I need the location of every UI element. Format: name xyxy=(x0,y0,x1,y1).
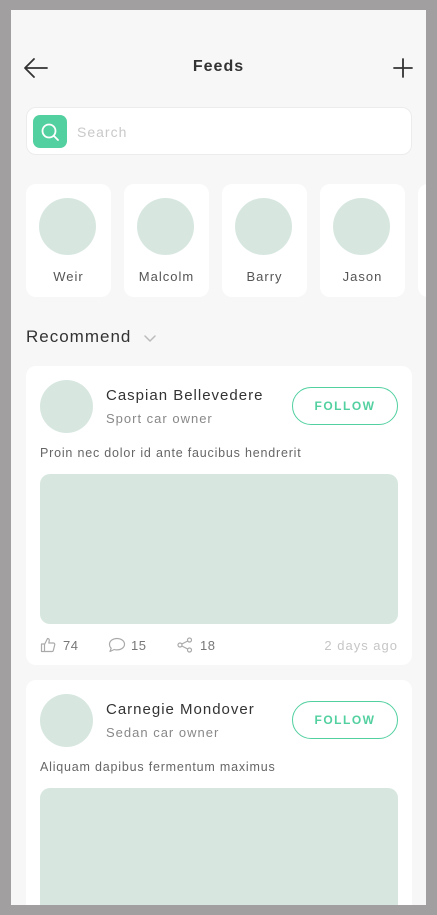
post-actions: 74 15 18 2 days ago xyxy=(40,636,398,654)
author-role: Sport car owner xyxy=(106,411,213,426)
post-card: Carnegie Mondover Sedan car owner FOLLOW… xyxy=(26,680,412,905)
share-icon xyxy=(177,637,193,653)
follow-button[interactable]: FOLLOW xyxy=(292,387,398,425)
story-item[interactable]: Malcolm xyxy=(124,184,209,297)
story-list: Weir Malcolm Barry Jason xyxy=(26,184,426,297)
story-name: Weir xyxy=(53,269,84,284)
like-count: 74 xyxy=(63,638,79,653)
author-name: Carnegie Mondover xyxy=(106,701,255,718)
search-bar xyxy=(26,107,412,155)
comment-icon xyxy=(108,637,126,653)
plus-icon xyxy=(393,58,413,78)
author-name: Caspian Bellevedere xyxy=(106,387,264,404)
search-icon xyxy=(41,123,59,141)
search-button[interactable] xyxy=(33,115,67,148)
feeds-screen: Feeds Weir Malcolm Barry xyxy=(11,10,426,905)
header: Feeds xyxy=(11,10,426,110)
post-text: Proin nec dolor id ante faucibus hendrer… xyxy=(40,446,302,460)
author-role: Sedan car owner xyxy=(106,725,220,740)
chevron-down-icon xyxy=(144,335,156,342)
story-item[interactable]: Barry xyxy=(222,184,307,297)
story-item[interactable]: Jason xyxy=(320,184,405,297)
avatar xyxy=(137,198,194,255)
avatar xyxy=(235,198,292,255)
story-item[interactable]: Weir xyxy=(26,184,111,297)
avatar xyxy=(333,198,390,255)
story-name: Malcolm xyxy=(138,269,195,284)
comment-count: 15 xyxy=(131,638,147,653)
story-item-partial[interactable] xyxy=(418,184,426,297)
share-count: 18 xyxy=(200,638,216,653)
follow-button[interactable]: FOLLOW xyxy=(292,701,398,739)
add-button[interactable] xyxy=(391,56,415,80)
page-title: Feeds xyxy=(192,58,245,75)
avatar xyxy=(40,694,93,747)
avatar xyxy=(40,380,93,433)
post-image[interactable] xyxy=(40,788,398,905)
post-image[interactable] xyxy=(40,474,398,624)
section-dropdown[interactable] xyxy=(143,331,157,343)
post-text: Aliquam dapibus fermentum maximus xyxy=(40,760,276,774)
story-name: Barry xyxy=(246,269,283,284)
thumbs-up-icon xyxy=(40,637,56,653)
avatar xyxy=(39,198,96,255)
post-timestamp: 2 days ago xyxy=(324,638,398,653)
post-card: Caspian Bellevedere Sport car owner FOLL… xyxy=(26,366,412,665)
section-title: Recommend xyxy=(26,327,132,346)
story-name: Jason xyxy=(342,269,383,284)
search-input[interactable] xyxy=(77,118,397,146)
